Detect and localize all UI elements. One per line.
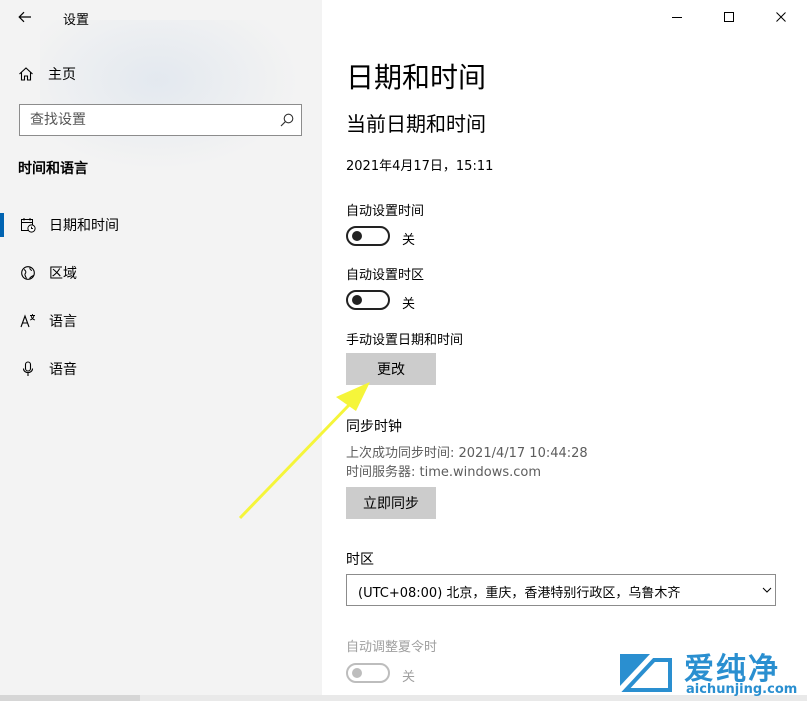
time-server-text: 时间服务器: time.windows.com — [346, 465, 542, 480]
current-datetime: 2021年4月17日，15:11 — [346, 159, 494, 174]
change-button[interactable]: 更改 — [346, 353, 436, 385]
minimize-button[interactable] — [651, 0, 703, 34]
section-subtitle: 当前日期和时间 — [346, 112, 486, 136]
close-icon — [776, 12, 786, 22]
watermark-logo-icon — [620, 654, 672, 692]
toggle-knob — [352, 231, 362, 241]
dst-toggle[interactable] — [346, 663, 390, 683]
auto-timezone-state: 关 — [402, 297, 416, 312]
section-title: 时间和语言 — [18, 161, 88, 177]
timezone-select[interactable]: (UTC+08:00) 北京，重庆，香港特别行政区，乌鲁木齐 — [346, 574, 776, 606]
search-icon[interactable] — [279, 112, 295, 128]
globe-icon — [21, 266, 35, 280]
caption-buttons — [651, 0, 807, 34]
sidebar-item-region[interactable]: 区域 — [0, 255, 322, 291]
back-arrow-icon — [18, 11, 31, 23]
calendar-clock-icon — [21, 218, 36, 233]
settings-window: 设置 主页 时间和语言 — [0, 0, 807, 701]
close-button[interactable] — [755, 0, 807, 34]
sidebar-item-label: 日期和时间 — [49, 218, 119, 234]
timezone-value: (UTC+08:00) 北京，重庆，香港特别行政区，乌鲁木齐 — [358, 586, 681, 601]
language-icon — [20, 314, 36, 328]
maximize-icon — [724, 12, 734, 22]
sidebar-item-label: 区域 — [49, 266, 77, 282]
sync-now-button[interactable]: 立即同步 — [346, 487, 436, 519]
manual-datetime-label: 手动设置日期和时间 — [346, 333, 464, 348]
auto-timezone-toggle[interactable] — [346, 290, 390, 310]
toggle-knob — [352, 668, 362, 678]
search-box — [19, 104, 302, 136]
auto-timezone-label: 自动设置时区 — [346, 268, 425, 283]
auto-time-label: 自动设置时间 — [346, 204, 425, 219]
sidebar-item-label: 语言 — [49, 314, 77, 330]
home-icon — [19, 67, 33, 81]
dst-label: 自动调整夏令时 — [346, 640, 438, 655]
sidebar-item-language[interactable]: 语言 — [0, 303, 322, 339]
dst-state: 关 — [402, 670, 416, 685]
timezone-label: 时区 — [346, 552, 374, 568]
sidebar: 设置 主页 时间和语言 — [0, 0, 322, 701]
microphone-icon — [22, 361, 34, 376]
watermark: 爱纯净 aichunjing.com — [612, 644, 807, 701]
search-input[interactable] — [20, 105, 280, 135]
auto-time-toggle[interactable] — [346, 226, 390, 246]
sync-clock-heading: 同步时钟 — [346, 419, 402, 435]
sidebar-item-label: 语音 — [49, 362, 77, 378]
last-sync-text: 上次成功同步时间: 2021/4/17 10:44:28 — [346, 446, 588, 461]
sidebar-item-speech[interactable]: 语音 — [0, 351, 322, 387]
title-bar: 设置 — [0, 0, 322, 34]
back-button[interactable] — [12, 5, 38, 29]
watermark-en-text: aichunjing.com — [686, 682, 798, 697]
page-title: 日期和时间 — [346, 61, 487, 94]
toggle-knob — [352, 295, 362, 305]
sidebar-item-home[interactable]: 主页 — [18, 62, 76, 86]
main-content: 日期和时间 当前日期和时间 2021年4月17日，15:11 自动设置时间 关 … — [322, 0, 807, 701]
sidebar-item-date-time[interactable]: 日期和时间 — [0, 207, 322, 243]
auto-time-state: 关 — [402, 233, 416, 248]
minimize-icon — [672, 17, 682, 18]
maximize-button[interactable] — [703, 0, 755, 34]
app-title: 设置 — [63, 13, 90, 28]
sidebar-item-home-label: 主页 — [48, 67, 76, 83]
sidebar-background-glow — [40, 20, 300, 170]
chevron-down-icon — [762, 587, 772, 593]
